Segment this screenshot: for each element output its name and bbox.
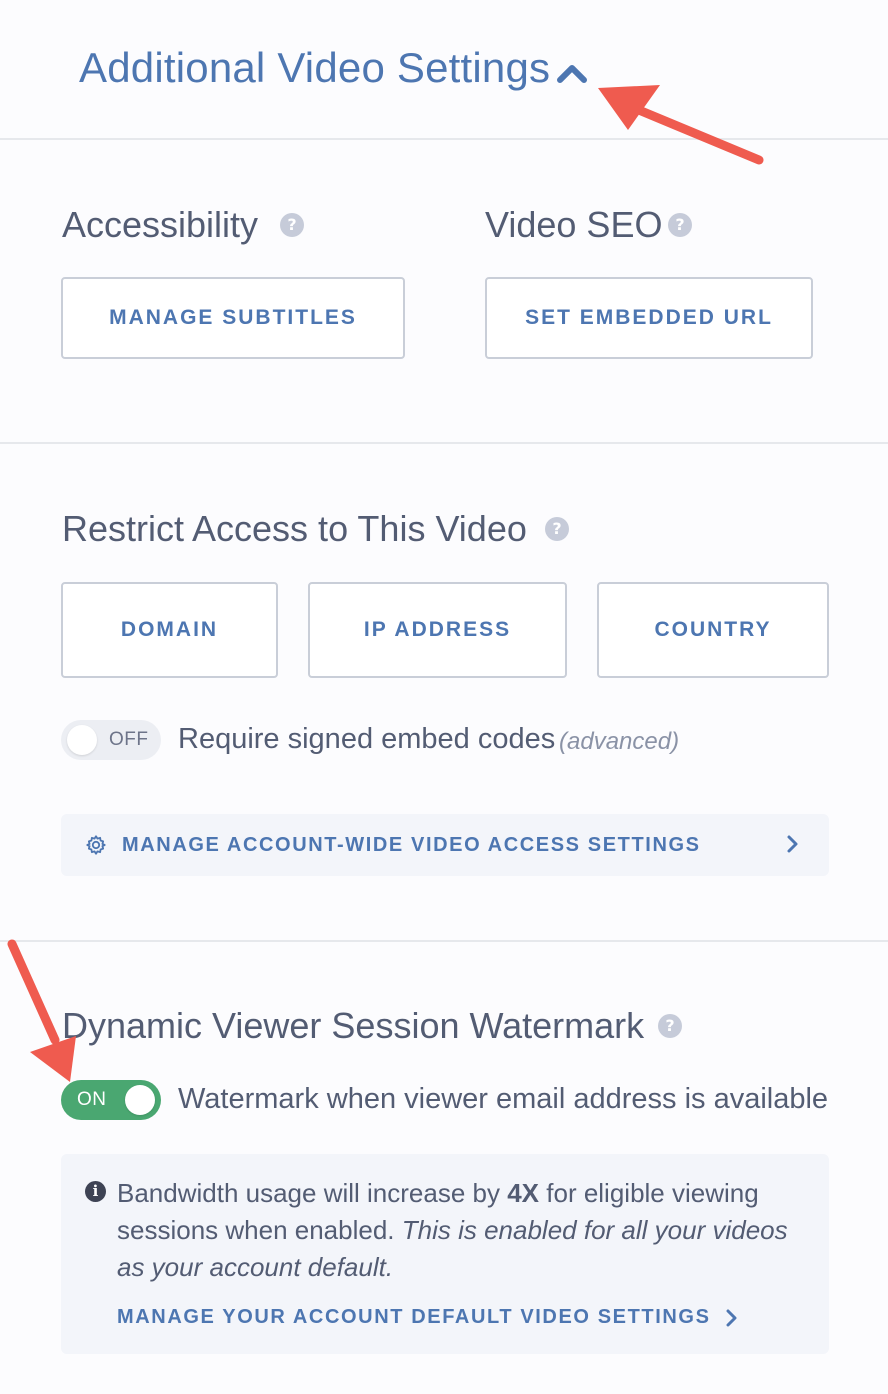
watermark-toggle-label: Watermark when viewer email address is a…	[178, 1083, 829, 1115]
chevron-up-icon[interactable]	[556, 60, 588, 84]
manage-account-wide-access-label: MANAGE ACCOUNT-WIDE VIDEO ACCESS SETTING…	[122, 834, 701, 856]
toggle-state-label: OFF	[109, 729, 149, 750]
divider	[0, 940, 888, 942]
set-embedded-url-button[interactable]: SET EMBEDDED URL	[485, 277, 813, 359]
toggle-state-label: ON	[77, 1089, 107, 1110]
bandwidth-info-text: Bandwidth usage will increase by 4X for …	[117, 1178, 788, 1282]
signed-embed-label: Require signed embed codes	[178, 723, 556, 755]
help-question-icon[interactable]: ?	[280, 213, 304, 237]
video-seo-title: Video SEO	[485, 204, 663, 245]
signed-embed-toggle[interactable]: OFF	[61, 720, 161, 760]
accessibility-title: Accessibility	[62, 204, 259, 245]
manage-account-default-label: MANAGE YOUR ACCOUNT DEFAULT VIDEO SETTIN…	[117, 1306, 711, 1328]
divider	[0, 138, 888, 140]
help-question-icon[interactable]: ?	[545, 517, 569, 541]
advanced-note: (advanced)	[559, 728, 680, 755]
chevron-right-icon	[787, 835, 798, 853]
toggle-knob	[67, 725, 97, 755]
toggle-knob	[125, 1085, 155, 1115]
red-arrow-annotation	[598, 85, 764, 165]
domain-button[interactable]: DOMAIN	[61, 582, 278, 678]
watermark-toggle[interactable]: ON	[61, 1080, 161, 1120]
gear-icon	[86, 835, 106, 855]
restrict-access-title: Restrict Access to This Video	[62, 508, 527, 549]
country-button[interactable]: COUNTRY	[597, 582, 829, 678]
help-question-icon[interactable]: ?	[668, 213, 692, 237]
manage-account-default-settings-link[interactable]: MANAGE YOUR ACCOUNT DEFAULT VIDEO SETTIN…	[117, 1306, 739, 1329]
ip-address-button[interactable]: IP ADDRESS	[308, 582, 567, 678]
watermark-title: Dynamic Viewer Session Watermark	[62, 1005, 645, 1046]
divider	[0, 442, 888, 444]
section-header-title[interactable]: Additional Video Settings	[79, 44, 550, 92]
info-icon: i	[85, 1181, 106, 1202]
bandwidth-info-box: i Bandwidth usage will increase by 4X fo…	[61, 1154, 829, 1354]
chevron-right-icon	[726, 1309, 737, 1326]
manage-subtitles-button[interactable]: MANAGE SUBTITLES	[61, 277, 405, 359]
manage-account-wide-access-link[interactable]: MANAGE ACCOUNT-WIDE VIDEO ACCESS SETTING…	[61, 814, 829, 876]
help-question-icon[interactable]: ?	[658, 1014, 682, 1038]
